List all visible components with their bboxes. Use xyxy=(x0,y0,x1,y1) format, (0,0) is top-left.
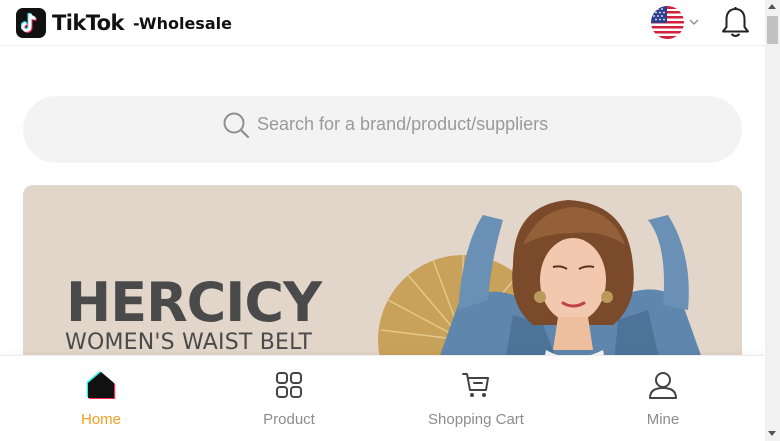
grid-icon xyxy=(276,372,302,398)
tab-label: Shopping Cart xyxy=(428,411,524,428)
banner-title: HERCICY xyxy=(66,271,322,334)
promo-banner[interactable]: HERCICY WOMEN'S WAIST BELT xyxy=(23,185,742,375)
scrollbar-thumb[interactable] xyxy=(767,16,778,44)
search-placeholder[interactable]: Search for a brand/product/suppliers xyxy=(257,113,548,135)
search-icon[interactable] xyxy=(222,111,250,139)
page: TikTok -Wholesale Search for a brand/pro… xyxy=(0,0,780,441)
main-content: TikTok -Wholesale Search for a brand/pro… xyxy=(0,0,765,441)
app-header: TikTok -Wholesale xyxy=(0,0,765,46)
banner-model-image xyxy=(378,200,708,375)
bottom-tab-bar: Home Product Shopping Cart Mine xyxy=(0,355,765,441)
scroll-up-arrow-icon[interactable] xyxy=(768,4,776,9)
scroll-down-arrow-icon[interactable] xyxy=(768,431,776,436)
tab-product[interactable]: Product xyxy=(209,356,369,441)
tab-mine[interactable]: Mine xyxy=(583,356,743,441)
tiktok-logo-icon[interactable] xyxy=(16,8,46,38)
tab-shopping-cart[interactable]: Shopping Cart xyxy=(396,356,556,441)
banner-subtitle: WOMEN'S WAIST BELT xyxy=(65,330,313,355)
brand-suffix: -Wholesale xyxy=(133,14,232,33)
cart-icon xyxy=(462,373,489,397)
brand-name: TikTok xyxy=(52,11,124,35)
bell-icon[interactable] xyxy=(720,6,751,39)
home-icon xyxy=(86,371,116,399)
tab-label: Product xyxy=(263,411,315,428)
tab-label: Mine xyxy=(646,411,680,428)
chevron-down-icon[interactable] xyxy=(688,16,700,28)
tab-label: Home xyxy=(80,411,121,428)
tab-home[interactable]: Home xyxy=(21,356,181,441)
vertical-scrollbar[interactable] xyxy=(765,0,780,441)
user-icon xyxy=(649,372,677,399)
us-flag-icon[interactable] xyxy=(651,6,684,39)
